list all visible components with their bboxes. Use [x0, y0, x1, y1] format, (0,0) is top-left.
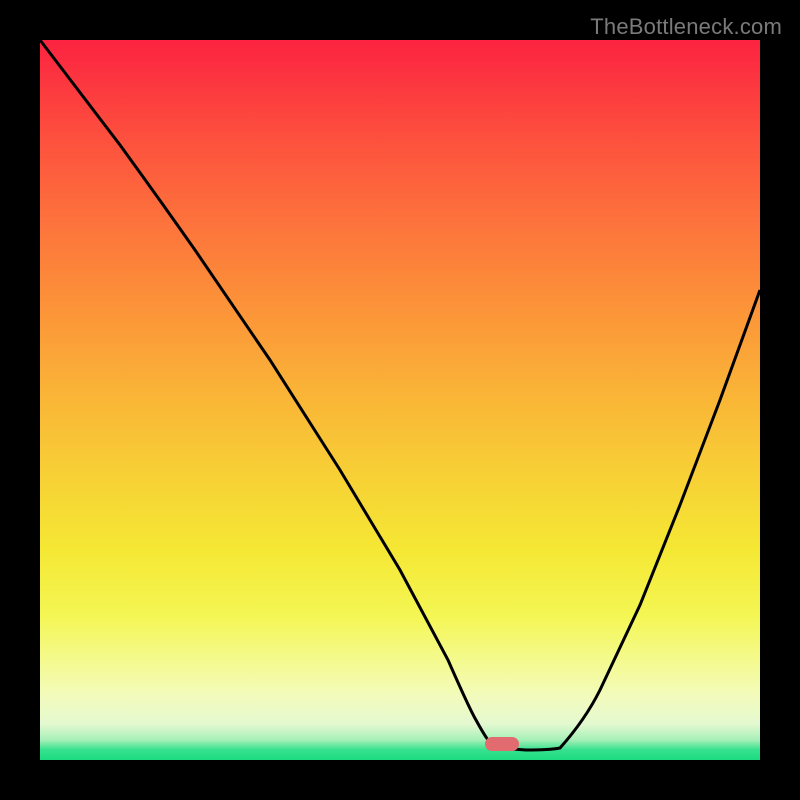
chart-frame: TheBottleneck.com	[0, 0, 800, 800]
optimal-marker	[485, 737, 519, 751]
bottleneck-curve	[40, 40, 760, 760]
curve-path	[40, 40, 760, 750]
watermark-text: TheBottleneck.com	[590, 14, 782, 40]
